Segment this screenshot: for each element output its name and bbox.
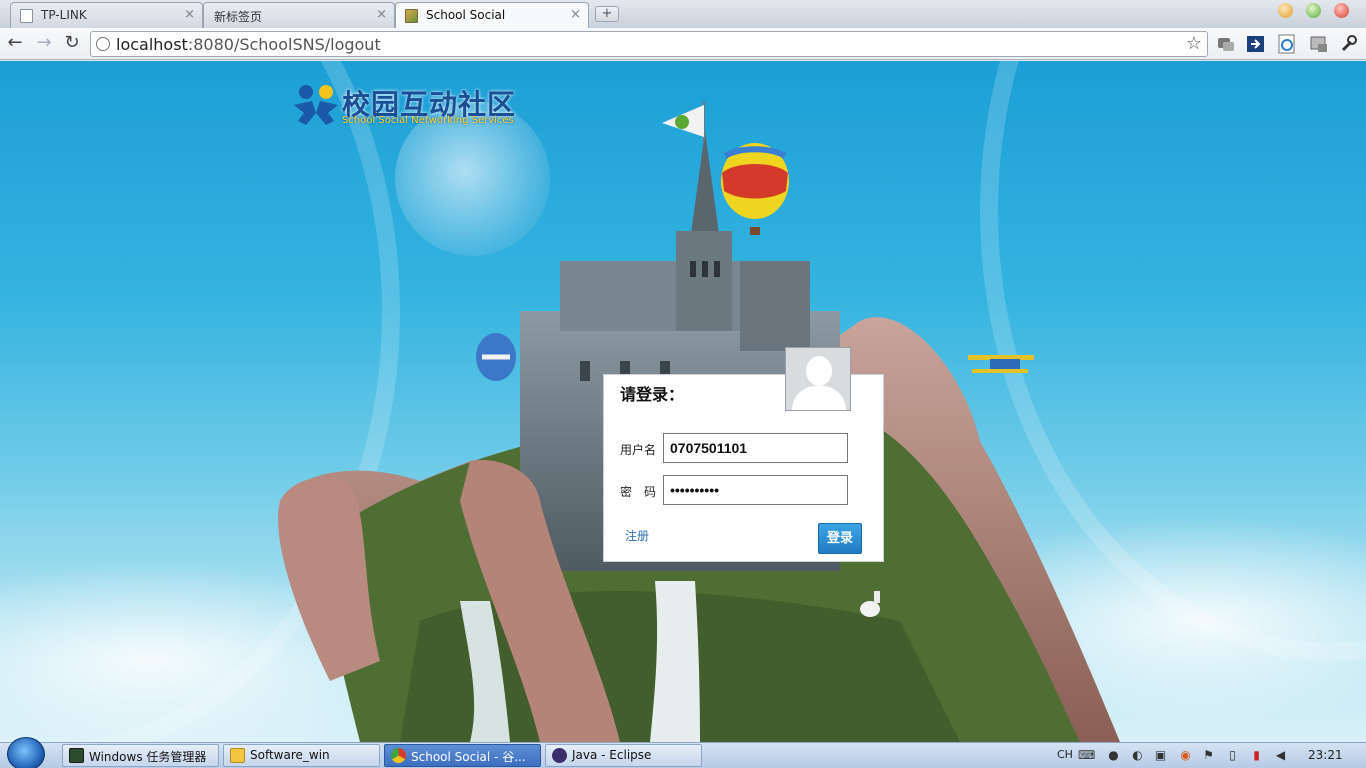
usb-icon[interactable]: ▯ — [1225, 748, 1240, 763]
password-label: 密 码 — [620, 485, 657, 499]
reload-icon[interactable]: ↻ — [61, 32, 83, 54]
username-label: 用户名 — [620, 443, 657, 457]
network-icon[interactable]: ◐ — [1130, 748, 1145, 763]
logo-subtitle: School Social Networking Services — [342, 115, 514, 126]
taskbar-item-school-social[interactable]: School Social - 谷... — [384, 744, 541, 767]
chrome-icon — [391, 748, 406, 763]
task-manager-icon — [69, 748, 84, 763]
taskbar-item-task-manager[interactable]: Windows 任务管理器 — [62, 744, 219, 767]
tab-label: TP-LINK — [41, 8, 87, 22]
wrench-icon[interactable] — [1339, 34, 1359, 54]
tools-icon[interactable] — [1309, 34, 1329, 54]
tab-school-social[interactable]: School Social × — [395, 2, 589, 29]
flag-icon[interactable]: ⚑ — [1201, 748, 1216, 763]
tab-label: School Social — [426, 8, 506, 22]
close-tab-icon[interactable]: × — [570, 7, 581, 22]
qq-icon[interactable]: ● — [1106, 748, 1121, 763]
translate-icon[interactable] — [1216, 34, 1236, 54]
start-button[interactable] — [7, 737, 45, 768]
url-host: localhost — [116, 35, 188, 54]
register-link[interactable]: 注册 — [625, 527, 649, 544]
new-tab-button[interactable]: + — [595, 6, 619, 22]
forward-arrow-icon[interactable] — [1246, 34, 1266, 54]
user-silhouette-icon — [806, 356, 832, 386]
clock[interactable]: 23:21 — [1308, 748, 1343, 762]
maximize-window-button[interactable] — [1306, 3, 1321, 18]
minimize-window-button[interactable] — [1278, 3, 1293, 18]
bookmark-star-icon[interactable]: ☆ — [1186, 33, 1202, 54]
close-tab-icon[interactable]: × — [376, 7, 387, 22]
eclipse-icon — [552, 748, 567, 763]
tab-tp-link[interactable]: TP-LINK × — [10, 2, 203, 28]
avatar — [785, 347, 851, 411]
antivirus-icon[interactable]: ◉ — [1178, 748, 1193, 763]
taskbar-item-label: Java - Eclipse — [572, 748, 652, 762]
keyboard-icon[interactable]: ⌨ — [1078, 748, 1095, 763]
address-bar[interactable]: localhost:8080/SchoolSNS/logout ☆ — [90, 31, 1208, 57]
taskbar-item-eclipse[interactable]: Java - Eclipse — [545, 744, 702, 767]
tab-strip: TP-LINK × 新标签页 × School Social × + — [0, 0, 1366, 29]
forward-arrow-icon[interactable]: → — [33, 32, 55, 54]
monitor-icon[interactable]: ▣ — [1153, 748, 1168, 763]
folder-icon — [230, 748, 245, 763]
close-window-button[interactable] — [1334, 3, 1349, 18]
browser-toolbar: ← → ↻ localhost:8080/SchoolSNS/logout ☆ — [0, 28, 1366, 60]
site-favicon-icon — [405, 9, 418, 23]
password-field[interactable] — [663, 475, 848, 505]
taskbar-item-software-win[interactable]: Software_win — [223, 744, 380, 767]
globe-icon — [96, 37, 110, 51]
ie-tab-icon[interactable] — [1277, 34, 1297, 54]
taskbar-item-label: Windows 任务管理器 — [89, 750, 207, 764]
login-heading: 请登录： — [620, 385, 685, 404]
tab-new-tab[interactable]: 新标签页 × — [203, 2, 395, 28]
url-path: :8080/SchoolSNS/logout — [187, 35, 381, 54]
page-icon — [20, 9, 33, 23]
people-logo-icon — [294, 85, 338, 125]
login-button[interactable]: 登录 — [818, 523, 862, 554]
power-icon[interactable]: ▮ — [1249, 748, 1264, 763]
taskbar-item-label: Software_win — [250, 748, 330, 762]
volume-icon[interactable]: ◀ — [1273, 748, 1288, 763]
username-field[interactable] — [663, 433, 848, 463]
windows-taskbar: Windows 任务管理器 Software_win School Social… — [0, 737, 1366, 768]
taskbar-item-label: School Social - 谷... — [411, 750, 526, 764]
back-arrow-icon[interactable]: ← — [4, 32, 26, 54]
close-tab-icon[interactable]: × — [184, 7, 195, 22]
input-method-indicator[interactable]: CH — [1057, 748, 1073, 761]
login-panel: 请登录： 用户名 密 码 注册 登录 — [603, 347, 884, 562]
tab-label: 新标签页 — [214, 10, 263, 24]
login-page: 校园互动社区 School Social Networking Services… — [0, 61, 1366, 742]
